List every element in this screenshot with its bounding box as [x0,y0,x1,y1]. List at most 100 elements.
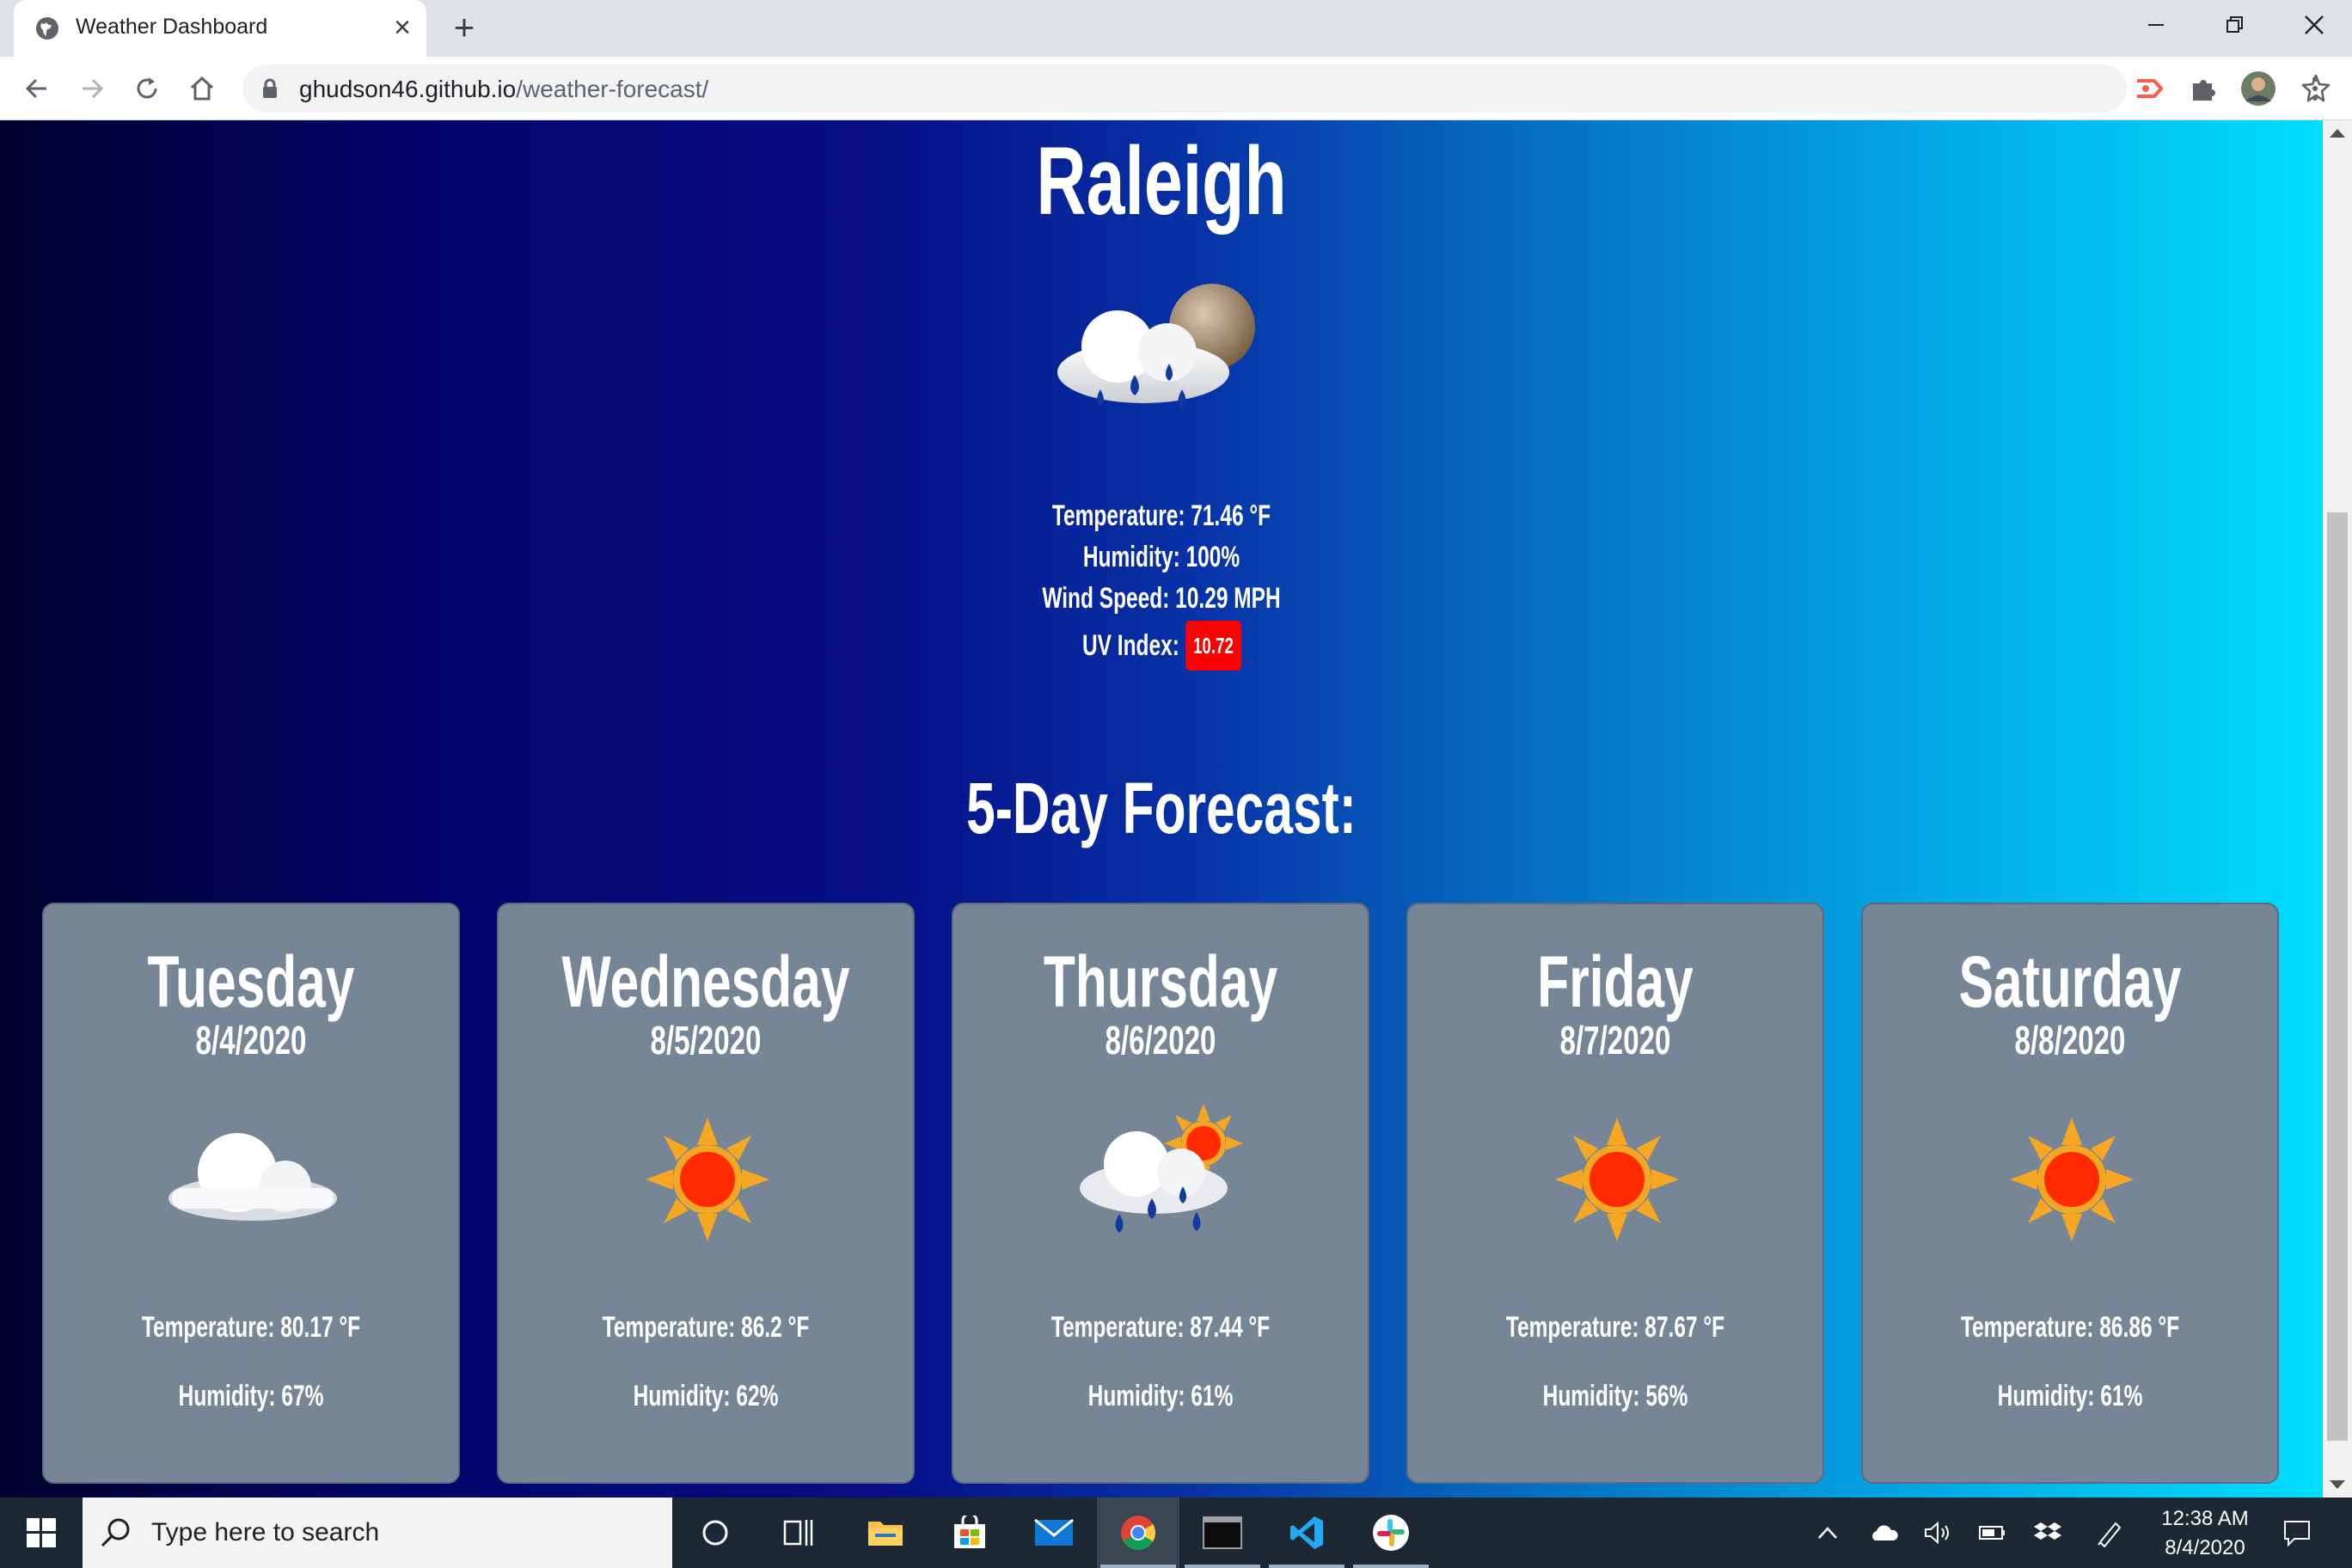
uv-index-label: UV Index: [1081,629,1179,662]
forecast-day: Saturday [1958,941,2182,1022]
taskbar-clock[interactable]: 12:38 AM 8/4/2020 [2141,1504,2269,1563]
forecast-humidity: Humidity: 61% [1997,1380,2143,1412]
browser-toolbar: ghudson46.github.io/weather-forecast/ [0,57,2352,120]
page-viewport: Raleigh Temperature: 71.46 °F Humidity: … [0,120,2323,1498]
running-app-indicator [1185,1565,1260,1568]
sun-icon [646,1118,769,1241]
tab-strip: Weather Dashboard × + [0,0,2352,57]
task-view-icon [783,1520,813,1546]
windows-taskbar: Type here to search 12:38 AM 8/4/2020 [0,1498,2352,1568]
minimize-icon [2148,24,2164,26]
forecast-temperature: Temperature: 80.17 °F [141,1311,361,1344]
taskbar-search-box[interactable]: Type here to search [83,1498,672,1568]
battery-tray-button[interactable] [1969,1498,2017,1568]
speaker-icon [1925,1521,1949,1545]
cast-icon [2137,79,2163,98]
chevron-up-icon [1818,1527,1837,1539]
forecast-temperature: Temperature: 86.86 °F [1960,1311,2180,1344]
forecast-date: 8/4/2020 [195,1018,307,1063]
forecast-date: 8/7/2020 [1559,1018,1671,1063]
store-bag-icon [954,1516,985,1548]
terminal-icon [1203,1516,1242,1549]
forecast-humidity: Humidity: 67% [178,1380,324,1412]
cortana-button[interactable] [674,1498,756,1568]
active-app-indicator [1100,1565,1176,1568]
chrome-button[interactable] [1097,1498,1179,1568]
home-button[interactable] [181,67,224,110]
scroll-up-arrow-icon[interactable] [2330,129,2345,138]
dropbox-tray-button[interactable] [2024,1498,2072,1568]
forecast-day: Friday [1537,941,1694,1022]
cloud-icon [168,1133,337,1221]
profile-avatar[interactable] [2239,69,2278,108]
url-domain: ghudson46.github.io [299,76,517,102]
close-icon [2305,15,2324,34]
back-button[interactable] [15,67,58,110]
vscode-icon [1290,1516,1323,1549]
forecast-humidity: Humidity: 56% [1542,1380,1688,1412]
restore-button[interactable] [2196,0,2275,50]
forecast-day: Tuesday [147,941,355,1022]
show-hidden-icons-button[interactable] [1804,1498,1852,1568]
tab-weather-dashboard[interactable]: Weather Dashboard × [14,0,426,57]
reload-button[interactable] [126,67,168,110]
onedrive-tray-button[interactable] [1860,1498,1908,1568]
running-app-indicator [1353,1565,1429,1568]
clock-date: 8/4/2020 [2165,1536,2245,1559]
forecast-card-wednesday: Wednesday 8/5/2020 Temperature: 86.2 °F … [497,903,915,1484]
new-tab-button[interactable]: + [445,9,483,46]
forecast-day: Thursday [1043,941,1278,1022]
scroll-down-arrow-icon[interactable] [2330,1480,2345,1489]
forecast-date: 8/5/2020 [650,1018,762,1063]
pen-icon [2098,1522,2122,1547]
pen-tray-button[interactable] [2086,1498,2134,1568]
url-text: ghudson46.github.io/weather-forecast/ [299,76,708,103]
minimize-button[interactable] [2116,0,2196,50]
folder-icon [868,1522,903,1546]
mail-button[interactable] [1013,1498,1095,1568]
forecast-humidity: Humidity: 61% [1087,1380,1234,1412]
scrollbar-thumb[interactable] [2327,512,2348,1441]
rain-cloud-moon-icon [1057,284,1255,408]
forecast-date: 8/6/2020 [1105,1018,1216,1063]
close-window-button[interactable] [2275,0,2352,50]
tab-close-icon[interactable]: × [385,10,420,45]
volume-tray-button[interactable] [1914,1498,1962,1568]
puzzle-piece-icon [2193,80,2215,101]
file-explorer-button[interactable] [844,1498,927,1568]
sun-icon [2010,1118,2134,1241]
notifications-button[interactable] [2273,1498,2321,1568]
task-view-button[interactable] [756,1498,839,1568]
tab-title: Weather Dashboard [76,15,268,39]
address-bar[interactable]: ghudson46.github.io/weather-forecast/ [242,64,2331,113]
microsoft-store-button[interactable] [928,1498,1011,1568]
sun-icon [1555,1118,1679,1241]
terminal-button[interactable] [1181,1498,1264,1568]
forecast-card-tuesday: Tuesday 8/4/2020 Temperature: 80.17 °F H… [42,903,460,1484]
forward-button[interactable] [70,67,113,110]
arrow-left-icon [25,78,46,99]
vscode-button[interactable] [1265,1498,1348,1568]
forecast-temperature: Temperature: 87.44 °F [1050,1311,1271,1344]
restore-icon [2226,16,2243,33]
uv-index-row: UV Index: 10.72 [0,621,2323,671]
slack-icon [1373,1515,1409,1551]
start-button[interactable] [0,1498,83,1568]
forecast-card-friday: Friday 8/7/2020 Temperature: 87.67 °F Hu… [1406,903,1824,1484]
lock-icon [263,78,277,98]
reload-icon [137,77,157,99]
browser-menu-button[interactable] [2295,69,2335,108]
forecast-temperature: Temperature: 86.2 °F [602,1311,810,1344]
current-wind-speed: Wind Speed: 10.29 MPH [1042,582,1281,615]
notification-icon [2284,1521,2310,1547]
url-path: /weather-forecast/ [516,76,709,102]
clock-time: 12:38 AM [2161,1507,2249,1530]
mail-envelope-icon [1034,1518,1074,1546]
slack-button[interactable] [1350,1498,1432,1568]
uv-index-badge: 10.72 [1185,621,1241,671]
arrow-right-icon [83,78,104,99]
onedrive-cloud-icon [1872,1525,1898,1540]
current-temperature: Temperature: 71.46 °F [1051,499,1271,532]
extensions-button[interactable] [2184,69,2223,108]
cast-extension-button[interactable] [2128,69,2168,108]
